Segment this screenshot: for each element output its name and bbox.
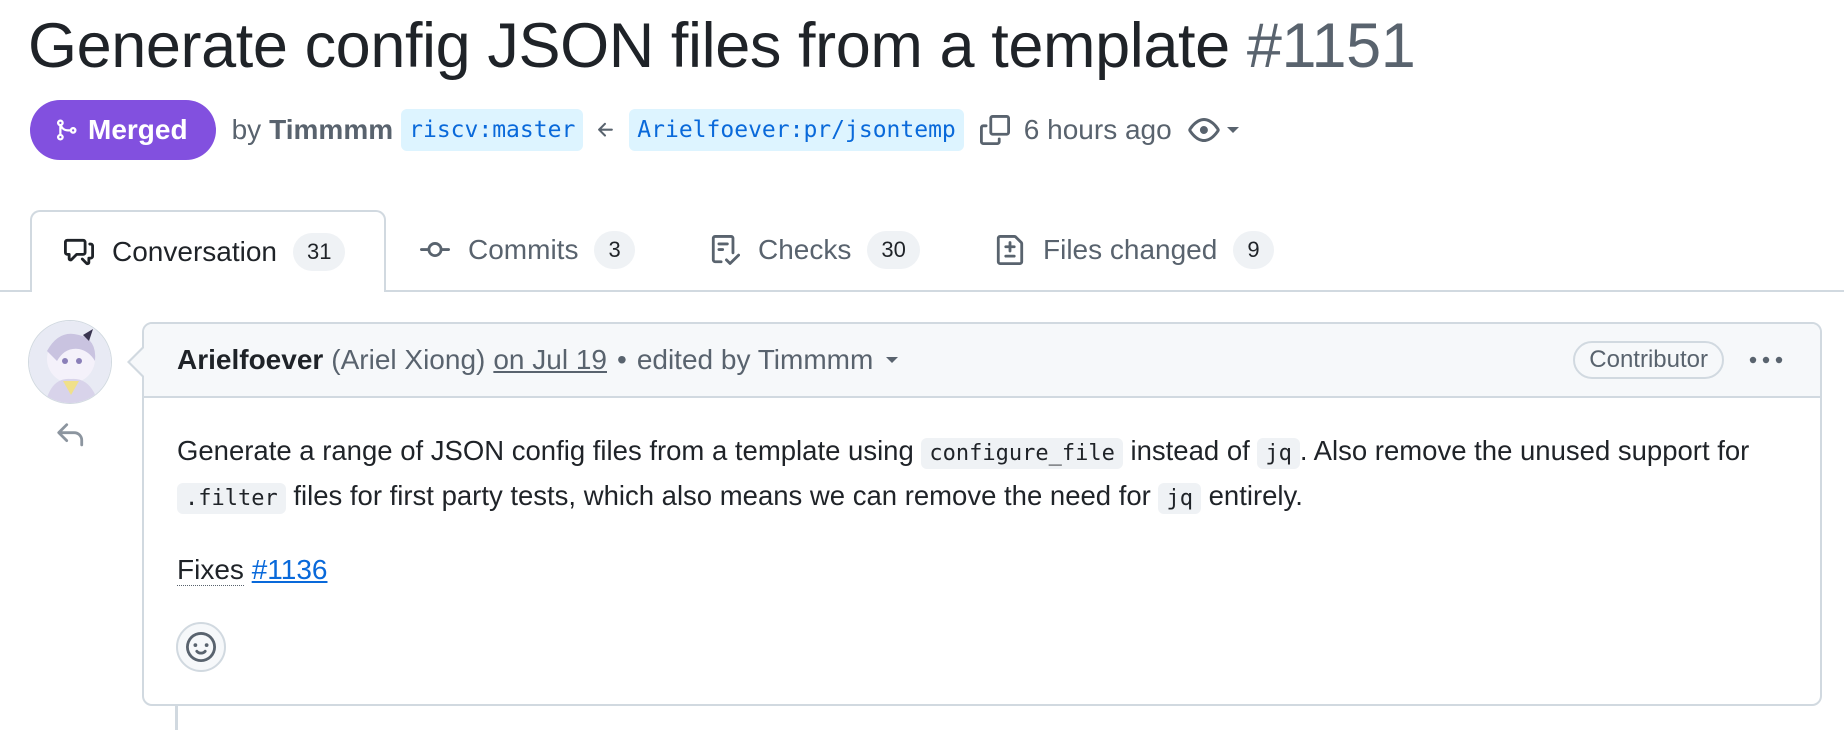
separator-dot: •	[617, 344, 627, 375]
reply-icon	[55, 420, 85, 455]
pr-title: Generate config JSON files from a templa…	[28, 6, 1416, 86]
copy-icon[interactable]	[979, 115, 1010, 145]
add-reaction-button[interactable]	[176, 622, 226, 672]
inline-code: jq	[1257, 438, 1300, 469]
tab-commits-count: 3	[594, 231, 635, 269]
comment-header: Arielfoever (Ariel Xiong) on Jul 19 • ed…	[130, 324, 1820, 398]
caret-down-icon[interactable]	[885, 355, 899, 365]
tab-checks[interactable]: Checks 30	[710, 210, 920, 290]
inline-code: jq	[1158, 483, 1201, 514]
comment-discussion-icon	[64, 238, 94, 266]
eye-icon	[1188, 118, 1220, 142]
merged-label: Merged	[88, 114, 188, 145]
pr-meta: Merged by Timmmm riscv:master Arielfoeve…	[30, 99, 1830, 161]
pr-number: #1151	[1246, 11, 1416, 81]
inline-code: .filter	[177, 483, 286, 514]
tab-conversation[interactable]: Conversation 31	[30, 210, 386, 292]
git-commit-icon	[420, 242, 450, 258]
base-branch-link[interactable]: riscv:master	[401, 109, 584, 151]
git-merge-icon	[57, 119, 77, 141]
fixes-line: Fixes #1136	[177, 550, 327, 590]
contributor-badge: Contributor	[1573, 341, 1724, 379]
comment-body: Generate a range of JSON config files fr…	[177, 430, 1787, 520]
checklist-icon	[711, 235, 740, 265]
inline-code: configure_file	[921, 438, 1123, 469]
kebab-horizontal-icon[interactable]	[1748, 348, 1784, 377]
tab-files-changed[interactable]: Files changed 9	[995, 210, 1274, 290]
watch-dropdown[interactable]	[1188, 114, 1240, 146]
pr-author-link[interactable]: Timmmm	[269, 114, 393, 146]
comment-box: Arielfoever (Ariel Xiong) on Jul 19 • ed…	[127, 322, 1822, 706]
issue-link[interactable]: #1136	[252, 554, 328, 585]
comment-author-link[interactable]: Arielfoever	[177, 344, 323, 376]
merged-state-badge: Merged	[30, 100, 216, 160]
by-label: by	[231, 114, 262, 145]
tab-files-changed-count: 9	[1233, 231, 1274, 269]
comment-author-fullname: (Ariel Xiong)	[331, 344, 486, 375]
smiley-icon	[186, 632, 216, 662]
tab-conversation-count: 31	[292, 233, 346, 271]
body-text-2: instead of	[1122, 435, 1258, 466]
tab-files-changed-label: Files changed	[1043, 234, 1218, 265]
tab-commits-label: Commits	[468, 234, 579, 265]
tab-commits[interactable]: Commits 3	[420, 210, 635, 290]
tab-checks-count: 30	[867, 231, 920, 269]
body-text-1: Generate a range of JSON config files fr…	[177, 435, 922, 466]
pr-time: 6 hours ago	[1023, 114, 1172, 145]
tab-conversation-label: Conversation	[112, 236, 277, 267]
tab-checks-label: Checks	[758, 234, 852, 265]
comment-date-link[interactable]: on Jul 19	[493, 344, 607, 376]
comment-header-text: Arielfoever (Ariel Xiong) on Jul 19 • ed…	[177, 324, 899, 396]
comment-caret-inner	[130, 348, 144, 376]
edited-by-dropdown[interactable]: edited by Timmmm	[637, 344, 874, 376]
avatar[interactable]	[28, 320, 112, 404]
body-text-5: entirely.	[1200, 480, 1303, 511]
arrow-left-icon	[595, 119, 617, 141]
timeline-line	[175, 706, 178, 730]
caret-down-icon	[1226, 127, 1239, 133]
pr-title-text: Generate config JSON files from a templa…	[28, 11, 1230, 81]
file-diff-icon	[996, 235, 1024, 265]
head-branch-link[interactable]: Arielfoever:pr/jsontemp	[629, 109, 964, 151]
body-text-3: . Also remove the unused support for	[1299, 435, 1750, 466]
pr-tabs: Conversation 31 Commits 3 Checks 30 File…	[0, 210, 1844, 292]
body-text-4: files for first party tests, which also …	[285, 480, 1159, 511]
fixes-label: Fixes	[177, 554, 244, 586]
